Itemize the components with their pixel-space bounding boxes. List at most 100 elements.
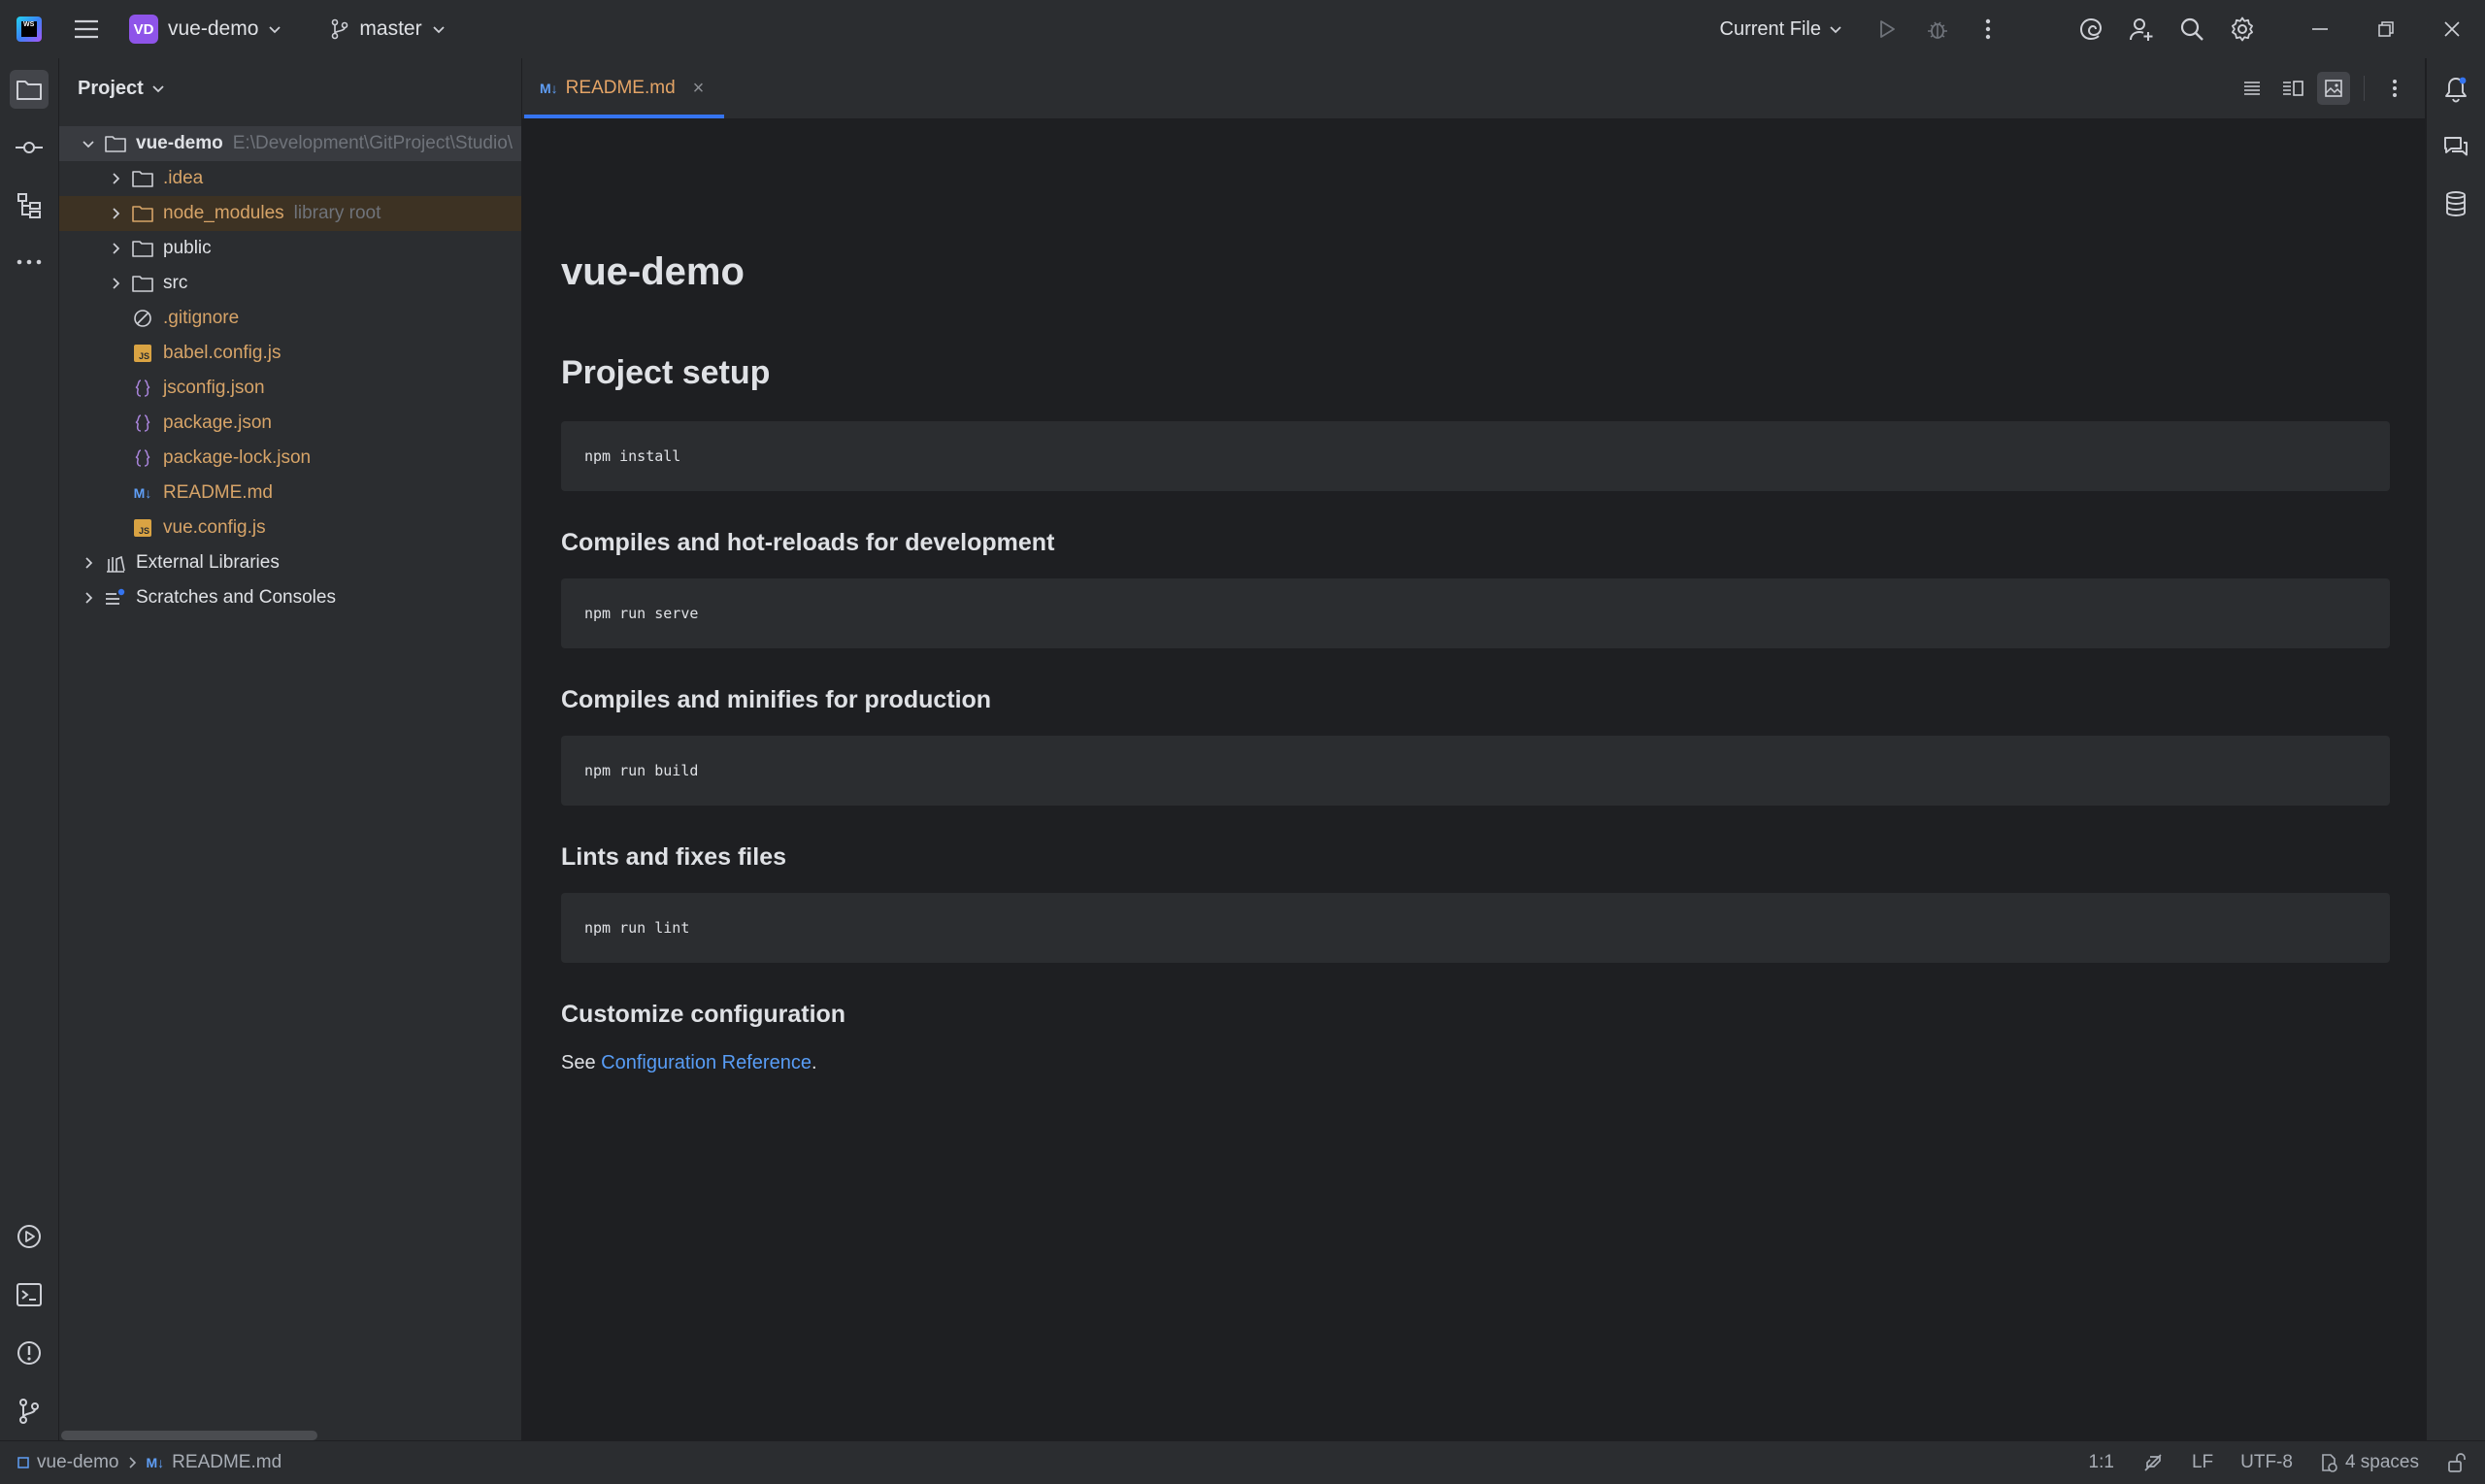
run-configuration-select[interactable]: Current File	[1720, 18, 1842, 41]
tree-row-root[interactable]: vue-demo E:\Development\GitProject\Studio…	[59, 126, 521, 161]
structure-tool-icon[interactable]	[10, 186, 49, 225]
project-tool-icon[interactable]	[10, 70, 49, 109]
split-view-icon[interactable]	[2276, 72, 2309, 105]
readme-title: vue-demo	[561, 250, 745, 293]
project-tree: vue-demo E:\Development\GitProject\Studio…	[59, 126, 521, 615]
project-switcher[interactable]: VD vue-demo	[129, 15, 282, 44]
run-tool-icon[interactable]	[10, 1217, 49, 1256]
tree-row-scratches[interactable]: Scratches and Consoles	[59, 580, 521, 615]
root-folder-name: vue-demo	[136, 133, 223, 153]
tree-item-label: src	[163, 273, 188, 293]
git-tool-icon[interactable]	[10, 1392, 49, 1431]
tree-row-node-modules[interactable]: node_modules library root	[59, 196, 521, 231]
chevron-down-icon	[152, 85, 164, 93]
branch-switcher[interactable]: master	[330, 17, 445, 41]
file-encoding[interactable]: UTF-8	[2240, 1452, 2293, 1473]
more-actions-icon[interactable]	[1969, 10, 2007, 49]
main-menu-icon[interactable]	[73, 16, 100, 43]
project-name: vue-demo	[168, 17, 259, 40]
chevron-right-icon[interactable]	[108, 241, 123, 256]
notifications-icon[interactable]	[2436, 70, 2475, 109]
tree-row-readme[interactable]: M↓ README.md	[59, 476, 521, 511]
scratches-icon	[105, 587, 126, 609]
line-separator[interactable]: LF	[2192, 1452, 2213, 1473]
search-icon[interactable]	[2172, 10, 2211, 49]
breadcrumb-project[interactable]: vue-demo	[37, 1452, 119, 1473]
indent-widget[interactable]: 4 spaces	[2320, 1452, 2419, 1473]
editor-tab-bar: M↓ README.md ×	[522, 58, 2425, 119]
markdown-file-icon: M↓	[540, 81, 558, 96]
debug-icon[interactable]	[1918, 10, 1957, 49]
folder-icon	[132, 168, 153, 189]
terminal-tool-icon[interactable]	[10, 1275, 49, 1314]
ai-assistant-icon[interactable]	[2071, 10, 2110, 49]
json-file-icon	[132, 447, 153, 469]
ai-chat-icon[interactable]	[2436, 128, 2475, 167]
horizontal-scrollbar[interactable]	[61, 1431, 317, 1440]
tree-row-src[interactable]: src	[59, 266, 521, 301]
javascript-file-icon: JS	[132, 517, 153, 539]
heading-production: Compiles and minifies for production	[561, 686, 992, 713]
preview-only-view-icon[interactable]	[2317, 72, 2350, 105]
chevron-down-icon[interactable]	[81, 136, 96, 151]
caret-position[interactable]: 1:1	[2089, 1452, 2114, 1473]
chevron-right-icon[interactable]	[108, 276, 123, 291]
active-tab-indicator	[524, 115, 724, 118]
configuration-reference-link[interactable]: Configuration Reference	[601, 1052, 812, 1073]
tree-row-gitignore[interactable]: .gitignore	[59, 301, 521, 336]
ignore-file-icon	[132, 308, 153, 329]
breadcrumb: vue-demo M↓ README.md	[17, 1452, 282, 1473]
indent-settings-icon	[2322, 1454, 2337, 1472]
markdown-view-toolbar	[2236, 58, 2411, 118]
add-user-icon[interactable]	[2122, 10, 2161, 49]
tree-item-label: package.json	[163, 412, 272, 433]
tree-row-idea[interactable]: .idea	[59, 161, 521, 196]
chevron-down-icon	[432, 26, 445, 34]
heading-customize: Customize configuration	[561, 1001, 846, 1028]
run-icon[interactable]	[1868, 10, 1906, 49]
tree-row-jsconfig[interactable]: jsconfig.json	[59, 371, 521, 406]
tree-row-babel-config[interactable]: JS babel.config.js	[59, 336, 521, 371]
commit-tool-icon[interactable]	[10, 128, 49, 167]
problems-tool-icon[interactable]	[10, 1334, 49, 1372]
heading-project-setup: Project setup	[561, 354, 771, 391]
more-tool-windows-icon[interactable]	[10, 243, 49, 281]
tree-row-vue-config[interactable]: JS vue.config.js	[59, 511, 521, 545]
tree-item-label: jsconfig.json	[163, 378, 265, 398]
tree-item-label: node_modules	[163, 203, 284, 223]
close-window-button[interactable]	[2419, 0, 2485, 58]
tree-item-label: External Libraries	[136, 552, 280, 573]
chevron-down-icon	[269, 26, 282, 34]
breadcrumb-file[interactable]: README.md	[172, 1452, 282, 1473]
code-block-build: npm run build	[561, 736, 2390, 806]
heading-lint: Lints and fixes files	[561, 843, 787, 871]
chevron-right-icon[interactable]	[108, 206, 123, 221]
close-tab-icon[interactable]: ×	[693, 78, 705, 100]
database-icon[interactable]	[2436, 184, 2475, 223]
project-module-icon	[17, 1457, 29, 1468]
minimize-window-button[interactable]	[2287, 0, 2353, 58]
tree-row-external-libraries[interactable]: External Libraries	[59, 545, 521, 580]
tree-row-package-json[interactable]: package.json	[59, 406, 521, 441]
editor-only-view-icon[interactable]	[2236, 72, 2269, 105]
root-folder-path: E:\Development\GitProject\Studio\	[232, 133, 514, 153]
project-panel-header[interactable]: Project	[59, 58, 521, 118]
no-highlighting-icon[interactable]	[2141, 1451, 2165, 1474]
tab-readme[interactable]: M↓ README.md ×	[522, 58, 724, 118]
tree-row-public[interactable]: public	[59, 231, 521, 266]
restore-window-button[interactable]	[2353, 0, 2419, 58]
chevron-right-icon[interactable]	[81, 555, 96, 571]
chevron-right-icon[interactable]	[81, 590, 96, 606]
json-file-icon	[132, 378, 153, 399]
markdown-file-icon: M↓	[133, 485, 152, 501]
chevron-right-icon[interactable]	[108, 171, 123, 186]
branch-name: master	[359, 17, 422, 40]
more-editor-actions-icon[interactable]	[2378, 72, 2411, 105]
tree-item-label: Scratches and Consoles	[136, 587, 336, 608]
app-logo-icon[interactable]: WS	[17, 16, 42, 42]
run-configuration-label: Current File	[1719, 17, 1821, 40]
tree-row-package-lock[interactable]: package-lock.json	[59, 441, 521, 476]
tab-label: README.md	[565, 78, 676, 98]
settings-gear-icon[interactable]	[2223, 10, 2262, 49]
unlock-icon[interactable]	[2446, 1452, 2468, 1473]
